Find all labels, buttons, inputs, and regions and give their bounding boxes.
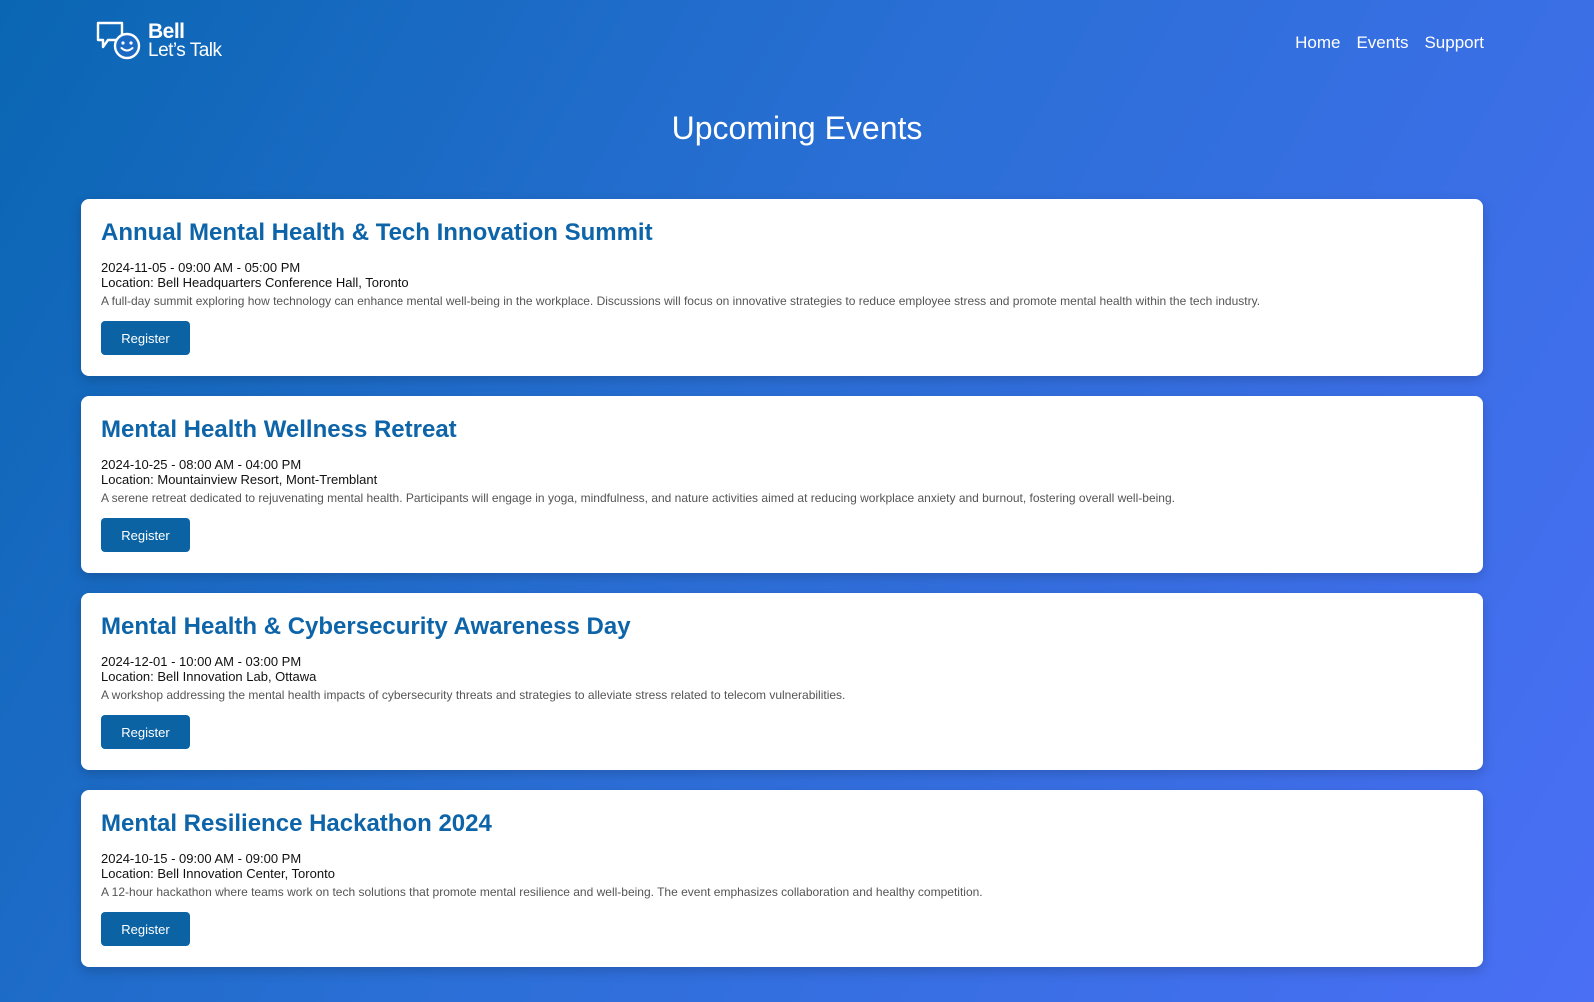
bell-lets-talk-logo[interactable]: Bell Let’s Talk [96,20,222,60]
site-header: Bell Let’s Talk Home Events Support [0,0,1594,86]
event-description: A full-day summit exploring how technolo… [101,294,1261,308]
event-datetime: 2024-10-15 - 09:00 AM - 09:00 PM [101,851,302,866]
event-card: Mental Health & Cybersecurity Awareness … [81,593,1483,770]
register-button[interactable]: Register [101,715,190,749]
chat-face-icon [96,21,141,60]
event-description: A 12-hour hackathon where teams work on … [101,885,983,899]
main-nav: Home Events Support [1295,33,1484,53]
nav-events-link[interactable]: Events [1356,33,1408,53]
event-card: Mental Resilience Hackathon 2024 2024-10… [81,790,1483,967]
event-location: Location: Bell Innovation Lab, Ottawa [101,669,317,684]
event-location: Location: Mountainview Resort, Mont-Trem… [101,472,378,487]
event-datetime: 2024-12-01 - 10:00 AM - 03:00 PM [101,654,302,669]
event-title: Mental Health & Cybersecurity Awareness … [101,613,631,640]
event-card: Mental Health Wellness Retreat 2024-10-2… [81,396,1483,573]
event-title: Mental Resilience Hackathon 2024 [101,810,492,837]
event-title: Annual Mental Health & Tech Innovation S… [101,219,653,246]
events-list: Annual Mental Health & Tech Innovation S… [81,199,1483,967]
event-location: Location: Bell Headquarters Conference H… [101,275,409,290]
logo-subtitle: Let’s Talk [148,39,222,61]
event-title: Mental Health Wellness Retreat [101,416,457,443]
event-location: Location: Bell Innovation Center, Toront… [101,866,335,881]
event-datetime: 2024-11-05 - 09:00 AM - 05:00 PM [101,260,301,275]
logo-text: Bell Let’s Talk [148,21,222,60]
register-button[interactable]: Register [101,321,190,355]
event-description: A serene retreat dedicated to rejuvenati… [101,491,1175,505]
nav-home-link[interactable]: Home [1295,33,1340,53]
register-button[interactable]: Register [101,518,190,552]
event-description: A workshop addressing the mental health … [101,688,846,702]
event-card: Annual Mental Health & Tech Innovation S… [81,199,1483,376]
register-button[interactable]: Register [101,912,190,946]
logo-brand: Bell [148,19,185,43]
nav-support-link[interactable]: Support [1424,33,1484,53]
event-datetime: 2024-10-25 - 08:00 AM - 04:00 PM [101,457,302,472]
page-title: Upcoming Events [671,110,923,146]
